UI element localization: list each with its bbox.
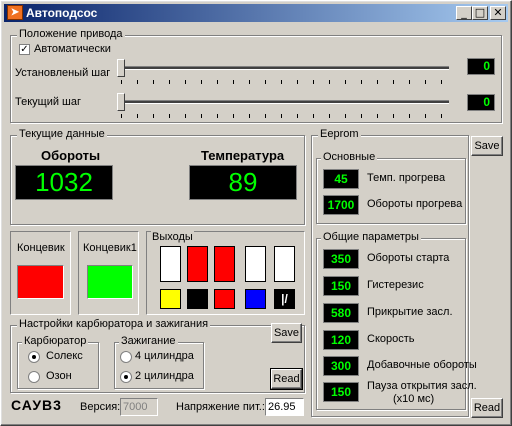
window-title: Автоподсос: [26, 6, 98, 20]
ign-2cyl-radio[interactable]: [120, 371, 132, 383]
speed-label: Скорость: [367, 333, 415, 345]
set-step-ticks: [121, 80, 447, 84]
brand-label: САУВ3: [11, 397, 62, 413]
speed-display: 120: [323, 330, 359, 350]
maximize-button[interactable]: □: [472, 6, 488, 20]
rpm-display: 1032: [15, 165, 113, 200]
auto-label: Автоматически: [34, 43, 111, 55]
hysteresis-label: Гистерезис: [367, 279, 424, 291]
open-pause-unit: (x10 мс): [393, 393, 435, 405]
limit-switch1-label: Концевик1: [83, 242, 137, 254]
ign-4cyl-label: 4 цилиндра: [135, 350, 194, 362]
title-bar[interactable]: ➤ Автоподсос _ □ ✕: [4, 4, 508, 22]
outputs-panel: Выходы |/: [146, 231, 305, 315]
voltage-label: Напряжение пит.:: [176, 401, 265, 413]
carb-solex-label: Солекс: [46, 350, 83, 362]
voltage-field: 26.95: [265, 398, 304, 416]
ign-2cyl-label: 2 цилиндра: [135, 370, 194, 382]
damper-close-display: 580: [323, 303, 359, 323]
cur-step-track: [119, 100, 449, 104]
ignition-group: Зажигание 4 цилиндра 2 цилиндра: [114, 335, 204, 389]
carb-ozon-radio[interactable]: [28, 371, 40, 383]
carb-solex-radio[interactable]: [28, 351, 40, 363]
app-icon: ➤: [7, 5, 23, 20]
ign-4cyl-radio[interactable]: [120, 351, 132, 363]
limit-switch-panel: Концевик: [10, 231, 71, 315]
set-step-display: 0: [467, 58, 495, 75]
auto-checkbox[interactable]: ✓: [19, 44, 30, 55]
carb-ozon-label: Озон: [46, 370, 72, 382]
open-pause-display: 150: [323, 382, 359, 402]
version-label: Версия:: [80, 401, 121, 413]
extra-rpm-label: Добавочные обороты: [367, 359, 477, 371]
output-6: [160, 289, 181, 309]
basic-group: Основные 45 Темп. прогрева 1700 Обороты …: [316, 151, 466, 224]
warmup-temp-display: 45: [323, 169, 359, 189]
output-10: |/: [274, 289, 295, 309]
carb-ignition-label: Настройки карбюратора и зажигания: [17, 318, 211, 330]
eeprom-label: Eeprom: [318, 128, 361, 140]
limit-switch-indicator: [17, 265, 64, 299]
drive-group-label: Положение привода: [17, 28, 125, 40]
temp-display: 89: [189, 165, 297, 200]
carburetor-group: Карбюратор Солекс Озон: [17, 335, 99, 389]
drive-position-group: Положение привода ✓ Автоматически Устано…: [10, 28, 502, 123]
output-8: [214, 289, 235, 309]
damper-close-label: Прикрытие засл.: [367, 306, 453, 318]
common-group: Общие параметры 350 Обороты старта 150 Г…: [316, 231, 477, 410]
outputs-label: Выходы: [151, 231, 194, 243]
carb-read-button[interactable]: Read: [270, 368, 303, 390]
cur-step-slider[interactable]: [117, 93, 125, 111]
start-rpm-display: 350: [323, 249, 359, 269]
output-1: [160, 246, 181, 282]
output-5: [274, 246, 295, 282]
warmup-rpm-display: 1700: [323, 195, 359, 215]
carb-ignition-group: Настройки карбюратора и зажигания Карбюр…: [10, 318, 305, 393]
temp-label: Температура: [201, 148, 285, 163]
set-step-label: Установленый шаг: [15, 67, 111, 79]
cur-step-label: Текущий шаг: [15, 96, 82, 108]
cur-step-display: 0: [467, 94, 495, 111]
basic-label: Основные: [321, 151, 378, 163]
eeprom-group: Eeprom Основные 45 Темп. прогрева 1700 О…: [311, 128, 477, 417]
limit-switch1-panel: Концевик1: [78, 231, 139, 315]
limit-switch1-indicator: [87, 265, 133, 299]
current-data-label: Текущие данные: [17, 128, 107, 140]
output-4: [245, 246, 266, 282]
warmup-rpm-label: Обороты прогрева: [367, 198, 463, 210]
eeprom-read-button[interactable]: Read: [471, 398, 503, 418]
extra-rpm-display: 300: [323, 356, 359, 376]
output-3: [214, 246, 235, 282]
version-field: 7000: [120, 398, 158, 416]
main-window: ➤ Автоподсос _ □ ✕ Положение привода ✓ А…: [0, 0, 512, 426]
hysteresis-display: 150: [323, 276, 359, 296]
open-pause-label: Пауза открытия засл.: [367, 380, 477, 392]
carburetor-label: Карбюратор: [22, 335, 89, 347]
cur-step-ticks: [121, 114, 447, 118]
output-9: [245, 289, 266, 309]
eeprom-save-button[interactable]: Save: [471, 136, 503, 156]
carb-save-button[interactable]: Save: [271, 323, 302, 343]
limit-switch-label: Концевик: [17, 242, 65, 254]
close-button[interactable]: ✕: [490, 6, 506, 20]
common-label: Общие параметры: [321, 231, 421, 243]
ignition-label: Зажигание: [119, 335, 178, 347]
start-rpm-label: Обороты старта: [367, 252, 450, 264]
current-data-group: Текущие данные Обороты Температура 1032 …: [10, 128, 305, 225]
output-7: [187, 289, 208, 309]
set-step-track: [119, 66, 449, 70]
rpm-label: Обороты: [41, 148, 101, 163]
warmup-temp-label: Темп. прогрева: [367, 172, 446, 184]
set-step-slider[interactable]: [117, 59, 125, 77]
output-2: [187, 246, 208, 282]
minimize-button[interactable]: _: [456, 6, 472, 20]
